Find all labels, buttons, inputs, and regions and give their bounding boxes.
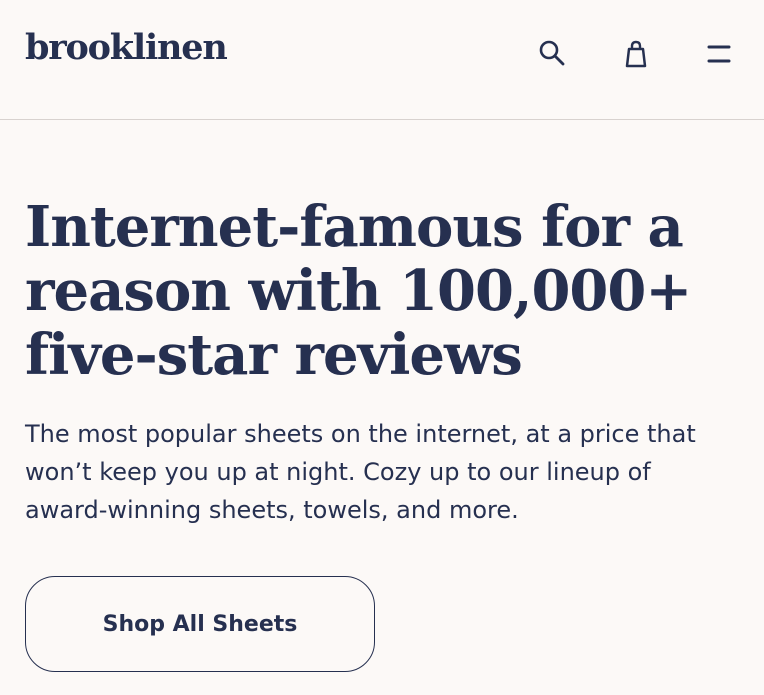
menu-button[interactable]: [695, 30, 743, 78]
shop-all-sheets-button[interactable]: Shop All Sheets: [25, 576, 375, 672]
menu-icon: [707, 45, 731, 63]
search-icon: [539, 40, 565, 66]
hero-title: Internet-famous for a reason with 100,00…: [25, 194, 692, 388]
shopping-bag-icon: [625, 40, 647, 68]
site-header: brooklinen: [0, 0, 764, 120]
search-button[interactable]: [529, 30, 577, 78]
hero-description: The most popular sheets on the internet,…: [25, 420, 696, 524]
shopping-bag-button[interactable]: [612, 30, 660, 78]
brand-logo[interactable]: brooklinen: [25, 28, 228, 68]
